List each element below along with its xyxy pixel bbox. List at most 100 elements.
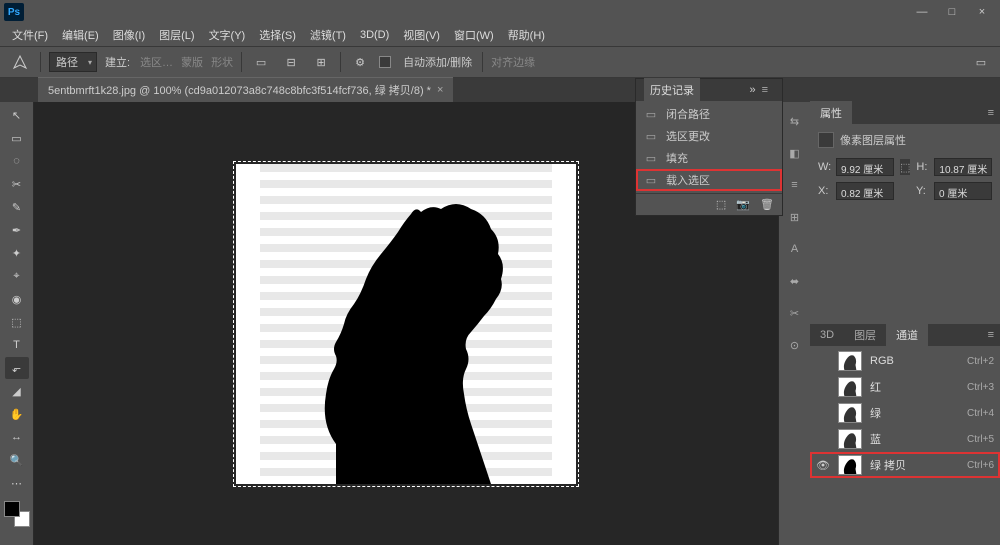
gradient-tool[interactable]: ◉ [5,288,29,310]
clone-tool[interactable]: ⌖ [5,265,29,287]
lasso-tool[interactable]: ◌ [5,150,29,172]
options-menu-icon[interactable]: ▭ [970,51,992,73]
visibility-toggle[interactable] [816,432,830,446]
app-logo: Ps [4,3,24,21]
strip-icon-character[interactable]: A [784,238,806,260]
trash-icon[interactable]: 🗑 [760,198,774,211]
rotate-tool[interactable]: ↔ [5,426,29,448]
menu-type[interactable]: 文字(Y) [203,25,252,45]
strip-icon-swap[interactable]: ⇆ [784,110,806,132]
link-wh-icon[interactable]: ⬚ [900,159,910,175]
channel-red[interactable]: 红 Ctrl+3 [810,374,1000,400]
history-item[interactable]: ▭ 选区更改 [636,125,782,147]
build-shape[interactable]: 形状 [211,54,233,70]
menu-layer[interactable]: 图层(L) [153,25,200,45]
main-area: ↖ ▭ ◌ ✂ ✎ ✒ ✦ ⌖ ◉ ⬚ T ⬐ ◢ ✋ ↔ 🔍 ⋯ ⇆ ◧ ≡ … [0,102,1000,545]
strip-icon-swatches[interactable]: ≡ [784,174,806,196]
menu-filter[interactable]: 滤镜(T) [304,25,352,45]
channel-green[interactable]: 绿 Ctrl+4 [810,400,1000,426]
menu-edit[interactable]: 编辑(E) [56,25,105,45]
visibility-toggle[interactable]: 👁 [816,458,830,472]
close-button[interactable]: × [968,3,996,21]
y-input[interactable]: 0 厘米 [934,182,992,200]
path-op-icon[interactable]: ▭ [250,51,272,73]
properties-tabs: 属性 ≡ [810,102,1000,124]
history-item[interactable]: ▭ 载入选区 [636,169,782,191]
menu-help[interactable]: 帮助(H) [502,25,551,45]
type-tool[interactable]: T [5,334,29,356]
arrange-icon[interactable]: ⊞ [310,51,332,73]
history-item[interactable]: ▭ 闭合路径 [636,103,782,125]
auto-add-checkbox[interactable] [379,56,391,68]
channel-name: 绿 拷贝 [870,457,959,473]
channel-shortcut: Ctrl+5 [967,434,994,445]
document-tab[interactable]: 5entbmrft1k28.jpg @ 100% (cd9a012073a8c7… [38,77,453,102]
eraser-tool[interactable]: ⬚ [5,311,29,333]
strip-icon-adjustments[interactable]: ⊞ [784,206,806,228]
tab-layers[interactable]: 图层 [844,323,886,347]
menu-view[interactable]: 视图(V) [397,25,446,45]
move-tool[interactable]: ↖ [5,104,29,126]
brush-tool[interactable]: ✒ [5,219,29,241]
build-mask[interactable]: 蒙版 [181,54,203,70]
channels-menu-icon[interactable]: ≡ [982,329,1000,341]
panel-menu-icon[interactable]: ≡ [982,107,1000,119]
height-label: H: [916,161,930,173]
new-snapshot-icon[interactable]: ⬚ [716,198,726,211]
channel-rgb[interactable]: RGB Ctrl+2 [810,348,1000,374]
height-input[interactable]: 10.87 厘米 [934,158,992,176]
x-label: X: [818,185,832,197]
marquee-tool[interactable]: ▭ [5,127,29,149]
visibility-toggle[interactable] [816,354,830,368]
channel-green-copy[interactable]: 👁 绿 拷贝 Ctrl+6 [810,452,1000,478]
width-input[interactable]: 9.92 厘米 [836,158,894,176]
tab-channels[interactable]: 通道 [886,323,928,347]
zoom-tool[interactable]: 🔍 [5,449,29,471]
more-tools[interactable]: ⋯ [5,472,29,494]
strip-icon-scissors[interactable]: ✂ [784,302,806,324]
color-swatches[interactable] [4,501,30,527]
history-step-icon: ▭ [644,107,658,121]
document-canvas[interactable] [236,164,576,484]
document-title: 5entbmrft1k28.jpg @ 100% (cd9a012073a8c7… [48,82,431,98]
camera-icon[interactable]: 📷 [736,198,750,211]
pen-tool[interactable]: ⬐ [5,357,29,379]
align-icon[interactable]: ⊟ [280,51,302,73]
divider [340,52,341,72]
menu-select[interactable]: 选择(S) [253,25,302,45]
visibility-toggle[interactable] [816,406,830,420]
history-step-label: 填充 [666,150,688,166]
shape-tool[interactable]: ◢ [5,380,29,402]
mode-dropdown[interactable]: 路径 [49,52,97,72]
x-input[interactable]: 0.82 厘米 [836,182,894,200]
gear-icon[interactable]: ⚙ [349,51,371,73]
build-selection[interactable]: 选区… [140,54,173,70]
tab-properties[interactable]: 属性 [810,101,852,125]
channel-blue[interactable]: 蓝 Ctrl+5 [810,426,1000,452]
foreground-color[interactable] [4,501,20,517]
hand-tool[interactable]: ✋ [5,403,29,425]
channel-thumb [838,377,862,397]
history-step-icon: ▭ [644,151,658,165]
strip-icon-color[interactable]: ◧ [784,142,806,164]
strip-icon-cc[interactable]: ⊙ [784,334,806,356]
pen-tool-icon[interactable] [8,50,32,74]
history-menu-icon[interactable]: ≡ [756,84,774,96]
channel-name: RGB [870,355,959,367]
menu-file[interactable]: 文件(F) [6,25,54,45]
tab-history[interactable]: 历史记录 [644,78,700,102]
menu-3d[interactable]: 3D(D) [354,27,395,43]
menu-image[interactable]: 图像(I) [107,25,151,45]
healing-tool[interactable]: ✦ [5,242,29,264]
history-panel: 历史记录 » ≡ ▭ 闭合路径 ▭ 选区更改 ▭ 填充 ▭ 载入选区 ⬚ 📷 🗑 [635,78,783,216]
visibility-toggle[interactable] [816,380,830,394]
crop-tool[interactable]: ✂ [5,173,29,195]
tab-3d[interactable]: 3D [810,325,844,345]
menu-window[interactable]: 窗口(W) [448,25,500,45]
history-item[interactable]: ▭ 填充 [636,147,782,169]
strip-icon-paragraph[interactable]: ⬌ [784,270,806,292]
maximize-button[interactable]: □ [938,3,966,21]
minimize-button[interactable]: — [908,3,936,21]
eyedropper-tool[interactable]: ✎ [5,196,29,218]
close-tab-icon[interactable]: × [437,84,443,96]
